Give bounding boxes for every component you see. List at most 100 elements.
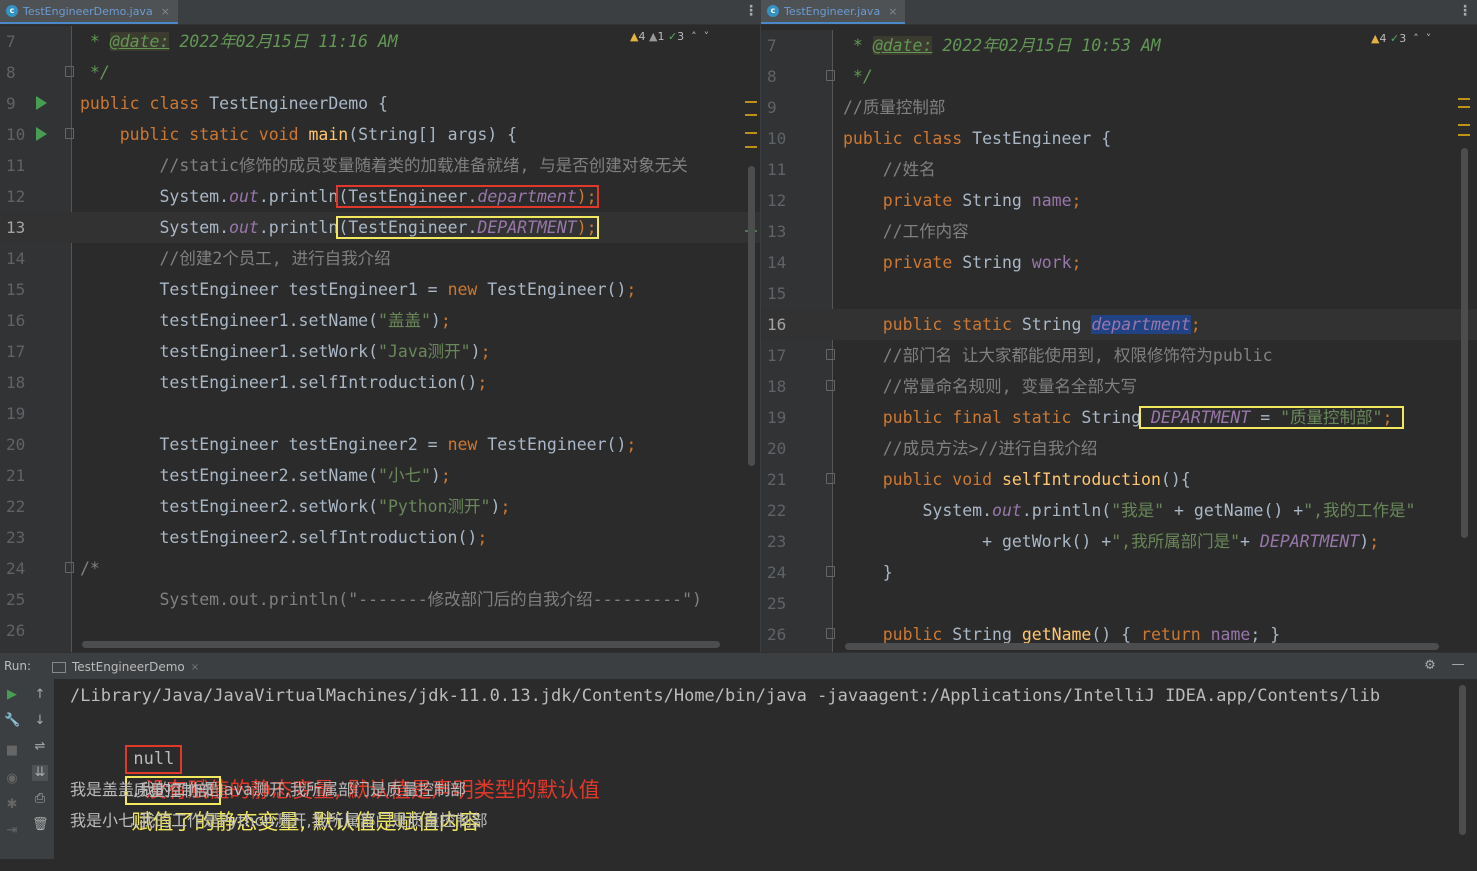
console-icon: [52, 661, 66, 673]
more-options-icon[interactable]: ⋮: [744, 4, 758, 18]
warning-marker[interactable]: [745, 101, 757, 103]
trash-icon[interactable]: 🗑: [32, 817, 49, 833]
warning-marker[interactable]: [1458, 98, 1470, 100]
fold-icon[interactable]: [65, 66, 74, 77]
console-command-line: /Library/Java/JavaVirtualMachines/jdk-11…: [70, 686, 1381, 706]
line-number: 13: [767, 222, 787, 241]
line-number: 11: [767, 160, 787, 179]
scroll-up-icon[interactable]: ↑: [32, 687, 48, 703]
tab-test-engineer-demo[interactable]: c TestEngineerDemo.java ×: [0, 0, 178, 24]
line-number: 17: [6, 342, 26, 361]
wrench-icon[interactable]: 🔧: [4, 713, 20, 729]
code-line: 24 }: [761, 557, 1477, 588]
fold-icon[interactable]: [826, 566, 835, 577]
line-number: 23: [767, 532, 787, 551]
line-number: 24: [6, 559, 26, 578]
soft-wrap-icon[interactable]: ⇌: [32, 739, 48, 755]
bug-icon[interactable]: ✱: [4, 797, 20, 813]
warning-marker[interactable]: [1458, 124, 1470, 126]
code-line: 22 testEngineer2.setWork("Python测开");: [0, 491, 760, 522]
code-line: 16 testEngineer1.setName("盖盖");: [0, 305, 760, 336]
console-scrollbar[interactable]: [1459, 685, 1466, 835]
run-main-icon[interactable]: [36, 127, 47, 141]
close-tab-icon[interactable]: ×: [888, 5, 897, 18]
exit-icon[interactable]: ⇥: [4, 823, 20, 839]
warning-marker[interactable]: [1458, 106, 1470, 108]
code-line: 10 public class TestEngineer {: [761, 123, 1477, 154]
scroll-to-end-icon[interactable]: ⇊: [32, 765, 48, 781]
code-line: 14 private String work;: [761, 247, 1477, 278]
code-line: 21 public void selfIntroduction(){: [761, 464, 1477, 495]
line-number: 17: [767, 346, 787, 365]
line-number: 14: [6, 249, 26, 268]
line-number: 16: [767, 315, 787, 334]
fold-icon[interactable]: [65, 562, 74, 573]
fold-icon[interactable]: [826, 473, 835, 484]
line-number: 10: [6, 125, 26, 144]
run-class-icon[interactable]: [36, 96, 47, 110]
highlight-box-red: (TestEngineer.department);: [336, 185, 599, 208]
code-line: 18 //常量命名规则, 变量名全部大写: [761, 371, 1477, 402]
scroll-down-icon[interactable]: ↓: [32, 713, 48, 729]
settings-gear-icon[interactable]: ⚙: [1422, 658, 1438, 674]
line-number: 26: [6, 621, 26, 640]
console-line: 我是小七,我的工作是Python测开,我所属部门是质量控制部: [70, 811, 488, 830]
line-number: 23: [6, 528, 26, 547]
print-icon[interactable]: ⎙: [32, 791, 48, 807]
fold-icon[interactable]: [65, 128, 74, 139]
warning-marker[interactable]: [1458, 134, 1470, 136]
fold-icon[interactable]: [826, 70, 835, 81]
warning-marker[interactable]: [745, 146, 757, 148]
more-options-icon[interactable]: ⋮: [1458, 4, 1472, 18]
code-line: 9 //质量控制部: [761, 92, 1477, 123]
fold-icon[interactable]: [826, 380, 835, 391]
stop-icon[interactable]: ■: [4, 743, 20, 759]
expand-fold-icon[interactable]: [826, 628, 835, 639]
code-line: 24 /*: [0, 553, 760, 584]
line-number: 15: [6, 280, 26, 299]
code-line: 20 TestEngineer testEngineer2 = new Test…: [0, 429, 760, 460]
right-code-editor[interactable]: ▲4 ✓3 ˄ ˅ 7 * @date: 2022年02月15日 10:53 A…: [761, 30, 1477, 652]
close-run-tab-icon[interactable]: ×: [191, 662, 199, 673]
tab-test-engineer[interactable]: c TestEngineer.java ×: [761, 0, 906, 24]
right-editor-pane: c TestEngineer.java × ⋮ ▲4 ✓3 ˄ ˅ 7 * @d…: [760, 0, 1477, 652]
horizontal-scrollbar[interactable]: [845, 643, 1439, 650]
camera-icon[interactable]: ◉: [4, 771, 20, 787]
fold-icon[interactable]: [826, 349, 835, 360]
line-number: 8: [6, 63, 16, 82]
code-line: 15 TestEngineer testEngineer1 = new Test…: [0, 274, 760, 305]
code-line: 12 private String name;: [761, 185, 1477, 216]
line-number: 13: [6, 218, 26, 237]
code-line: 9 public class TestEngineerDemo {: [0, 88, 760, 119]
code-line: 7 * @date: 2022年02月15日 11:16 AM: [0, 26, 760, 57]
line-number: 11: [6, 156, 26, 175]
horizontal-scrollbar[interactable]: [82, 641, 720, 648]
java-class-icon: c: [767, 5, 779, 17]
vertical-scrollbar[interactable]: [1461, 148, 1468, 538]
left-code-editor[interactable]: ▲4 ▲1 ✓3 ˄ ˅ 7 * @date: 2022年02月15日 11:1…: [0, 26, 760, 652]
line-number: 12: [6, 187, 26, 206]
tab-label: TestEngineer.java: [784, 4, 881, 18]
right-tab-bar: c TestEngineer.java × ⋮: [761, 0, 1477, 25]
code-line: 20 //成员方法>//进行自我介绍: [761, 433, 1477, 464]
close-tab-icon[interactable]: ×: [161, 5, 170, 18]
run-config-tab[interactable]: TestEngineerDemo ×: [52, 657, 199, 677]
line-number: 19: [6, 404, 26, 423]
code-line: 19 public final static String DEPARTMENT…: [761, 402, 1477, 433]
tab-label: TestEngineerDemo.java: [23, 4, 153, 18]
rerun-icon[interactable]: ▶: [4, 687, 20, 703]
code-line: 12 System.out.println(TestEngineer.depar…: [0, 181, 760, 212]
line-number: 18: [767, 377, 787, 396]
warning-marker[interactable]: [745, 132, 757, 134]
vertical-scrollbar[interactable]: [748, 166, 755, 466]
hide-panel-icon[interactable]: —: [1450, 657, 1466, 673]
code-line: 8 */: [0, 57, 760, 88]
run-label: Run:: [4, 659, 32, 673]
console-output[interactable]: /Library/Java/JavaVirtualMachines/jdk-11…: [54, 679, 1477, 859]
line-number: 7: [6, 32, 16, 51]
highlight-box-yellow: (TestEngineer.DEPARTMENT);: [336, 216, 599, 239]
warning-marker[interactable]: [745, 114, 757, 116]
code-line: 14 //创建2个员工, 进行自我介绍: [0, 243, 760, 274]
code-line: 22 System.out.println("我是" + getName() +…: [761, 495, 1477, 526]
code-line: 19: [0, 398, 760, 429]
